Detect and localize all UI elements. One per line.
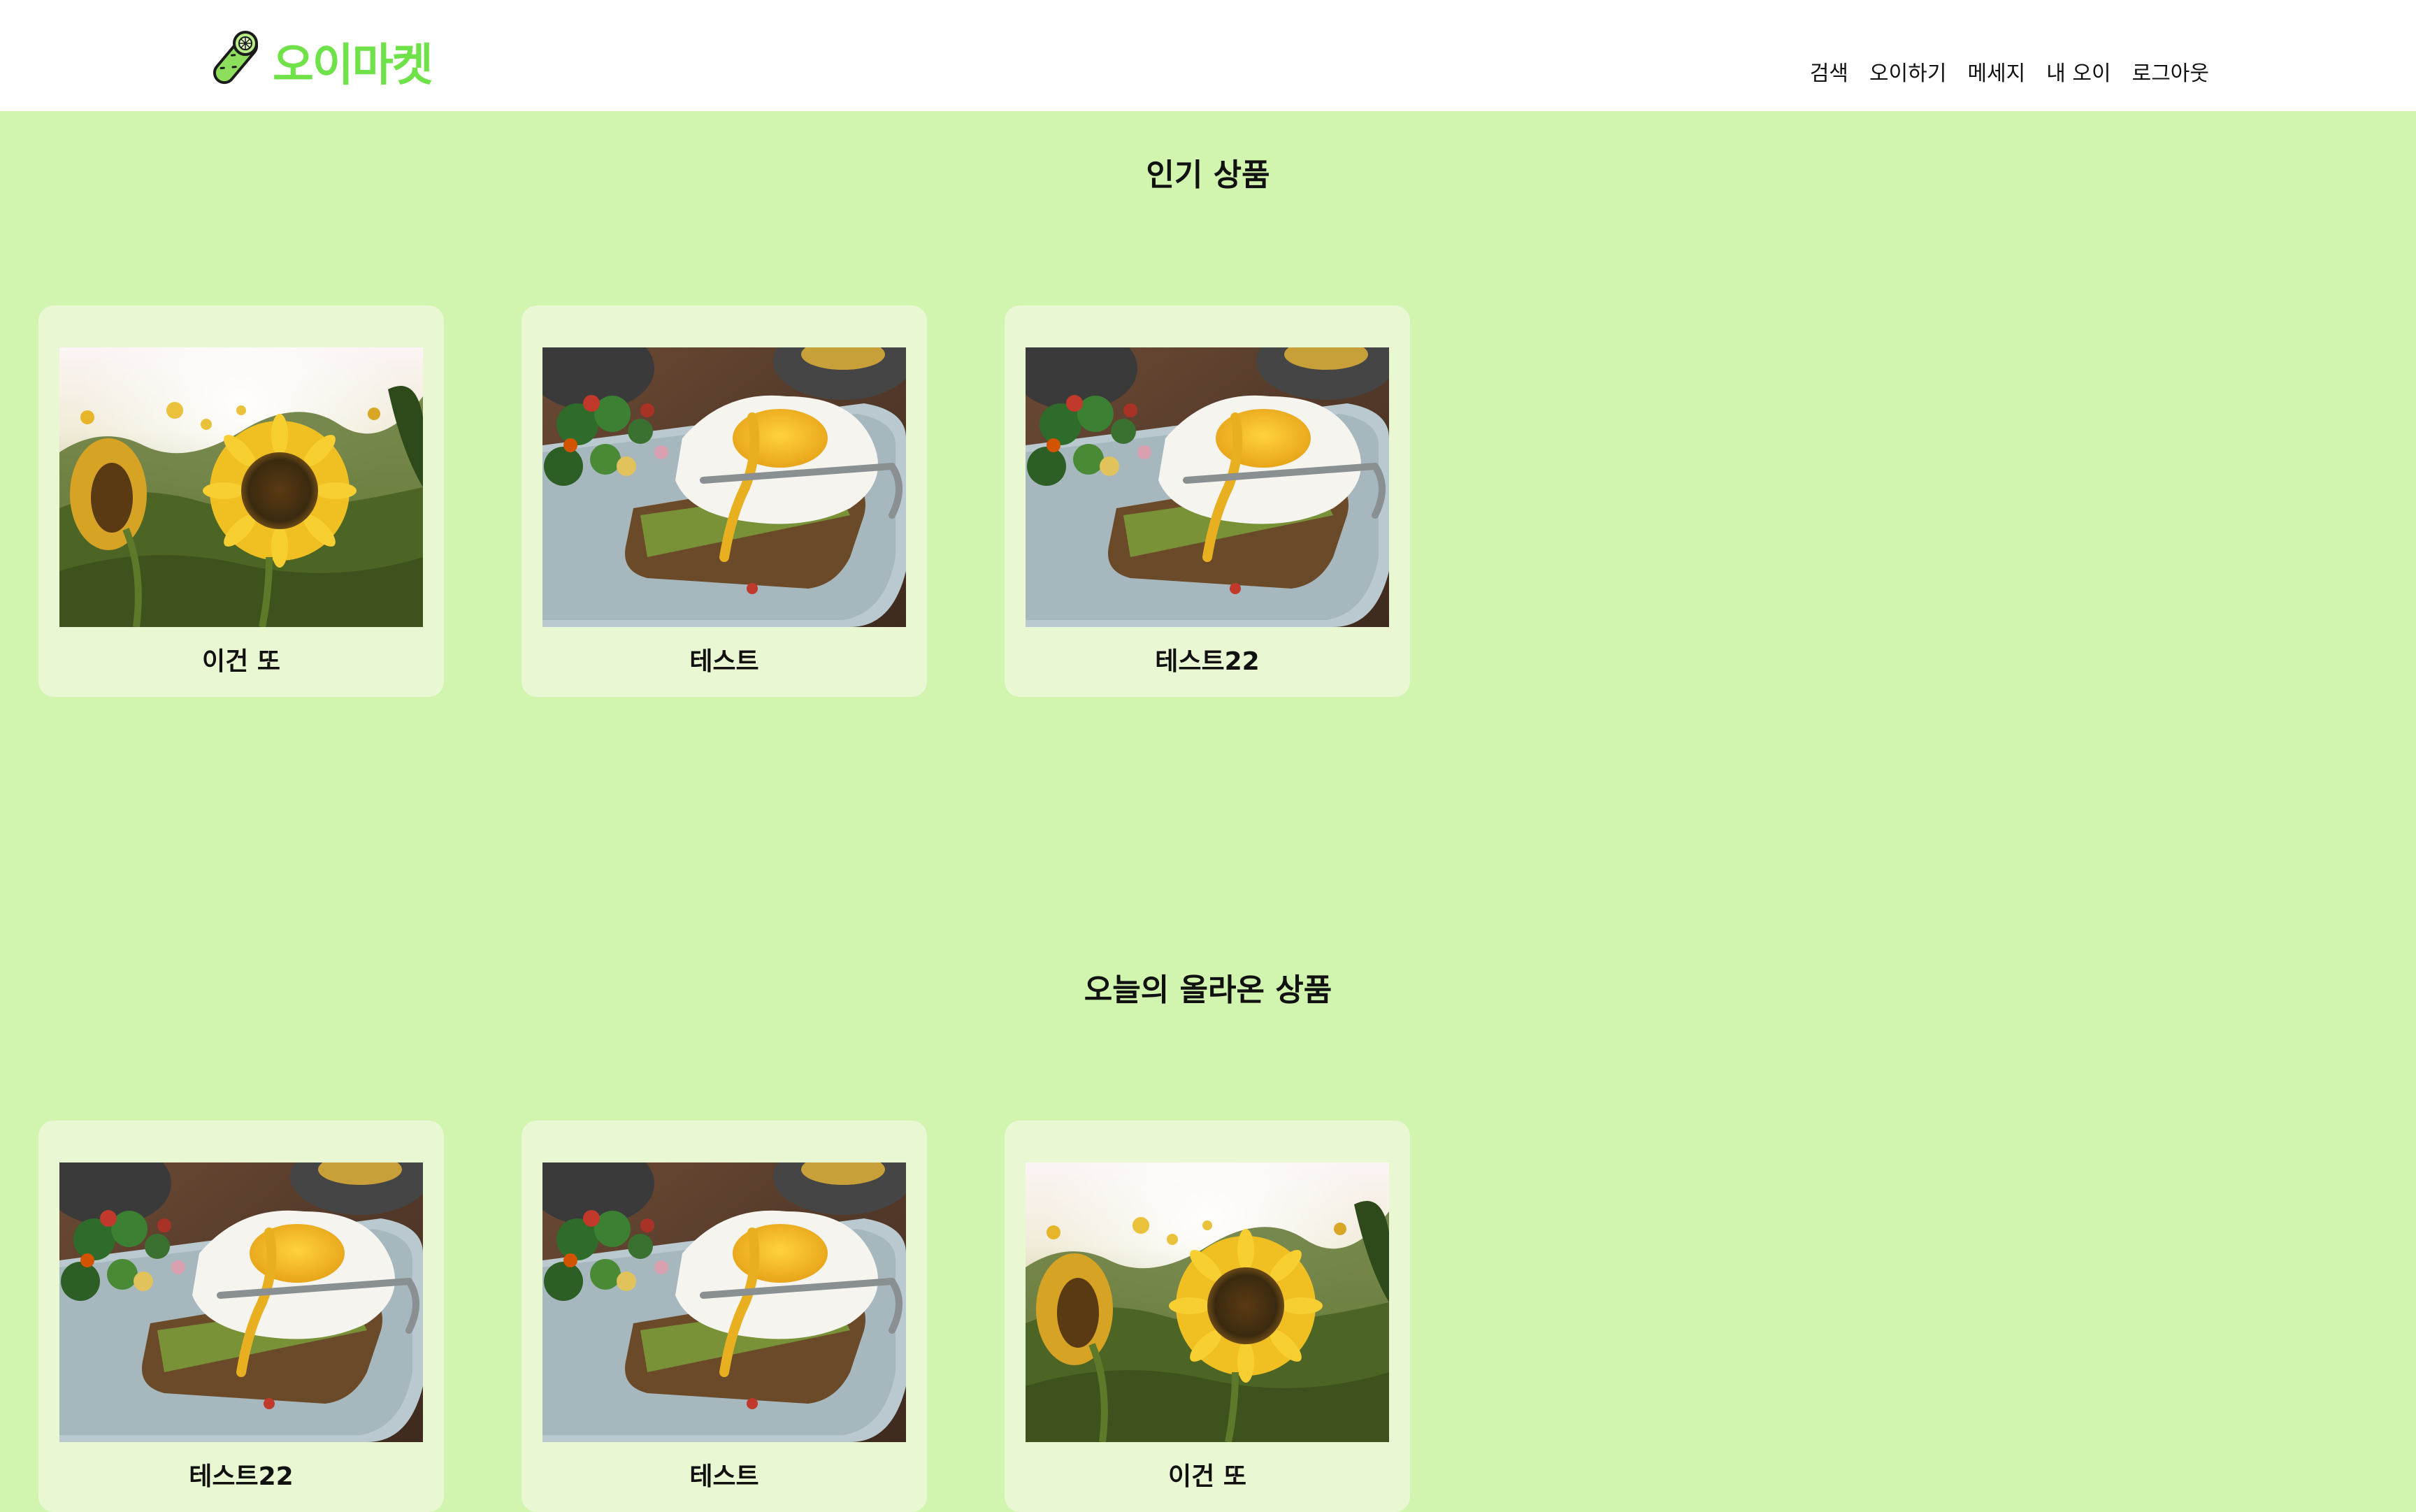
product-card-title: 테스트22 — [1155, 647, 1260, 676]
sunflower-photo — [1026, 1162, 1389, 1442]
nav-my-oi-link[interactable]: 내 오이 — [2046, 56, 2111, 87]
product-card[interactable]: 테스트 — [522, 305, 927, 697]
product-card[interactable]: 이건 또 — [1005, 1121, 1410, 1512]
popular-section-title: 인기 상품 — [1146, 157, 1270, 193]
nav-search-link[interactable]: 검색 — [1810, 56, 1848, 87]
today-products-list: 테스트22 테스트 이건 또 — [38, 1121, 1410, 1512]
product-card-title: 이건 또 — [202, 647, 280, 676]
egg-toast-photo — [542, 1162, 906, 1442]
cucumber-logo-icon — [213, 31, 259, 85]
site-header: 오이마켓 검색 오이하기 메세지 내 오이 로그아웃 — [0, 0, 2416, 111]
product-card-title: 테스트 — [689, 647, 759, 676]
today-section-title: 오늘의 올라온 상품 — [1084, 972, 1332, 1008]
logo-text: 오이마켓 — [273, 40, 433, 92]
product-card-title: 테스트 — [689, 1462, 759, 1491]
product-card[interactable]: 이건 또 — [38, 305, 444, 697]
nav-sell-link[interactable]: 오이하기 — [1869, 56, 1946, 87]
product-card[interactable]: 테스트22 — [38, 1121, 444, 1512]
site-logo[interactable]: 오이마켓 — [207, 13, 433, 96]
egg-toast-photo — [1026, 347, 1389, 627]
product-card[interactable]: 테스트 — [522, 1121, 927, 1512]
nav-logout-link[interactable]: 로그아웃 — [2132, 56, 2209, 87]
popular-products-list: 이건 또 테스트 테스트22 — [38, 305, 1410, 697]
product-card[interactable]: 테스트22 — [1005, 305, 1410, 697]
egg-toast-photo — [542, 347, 906, 627]
nav-messages-link[interactable]: 메세지 — [1967, 56, 2025, 87]
product-card-title: 테스트22 — [189, 1462, 294, 1491]
egg-toast-photo — [59, 1162, 423, 1442]
main-nav: 검색 오이하기 메세지 내 오이 로그아웃 — [1810, 56, 2209, 87]
product-card-title: 이건 또 — [1168, 1462, 1246, 1491]
sunflower-photo — [59, 347, 423, 627]
